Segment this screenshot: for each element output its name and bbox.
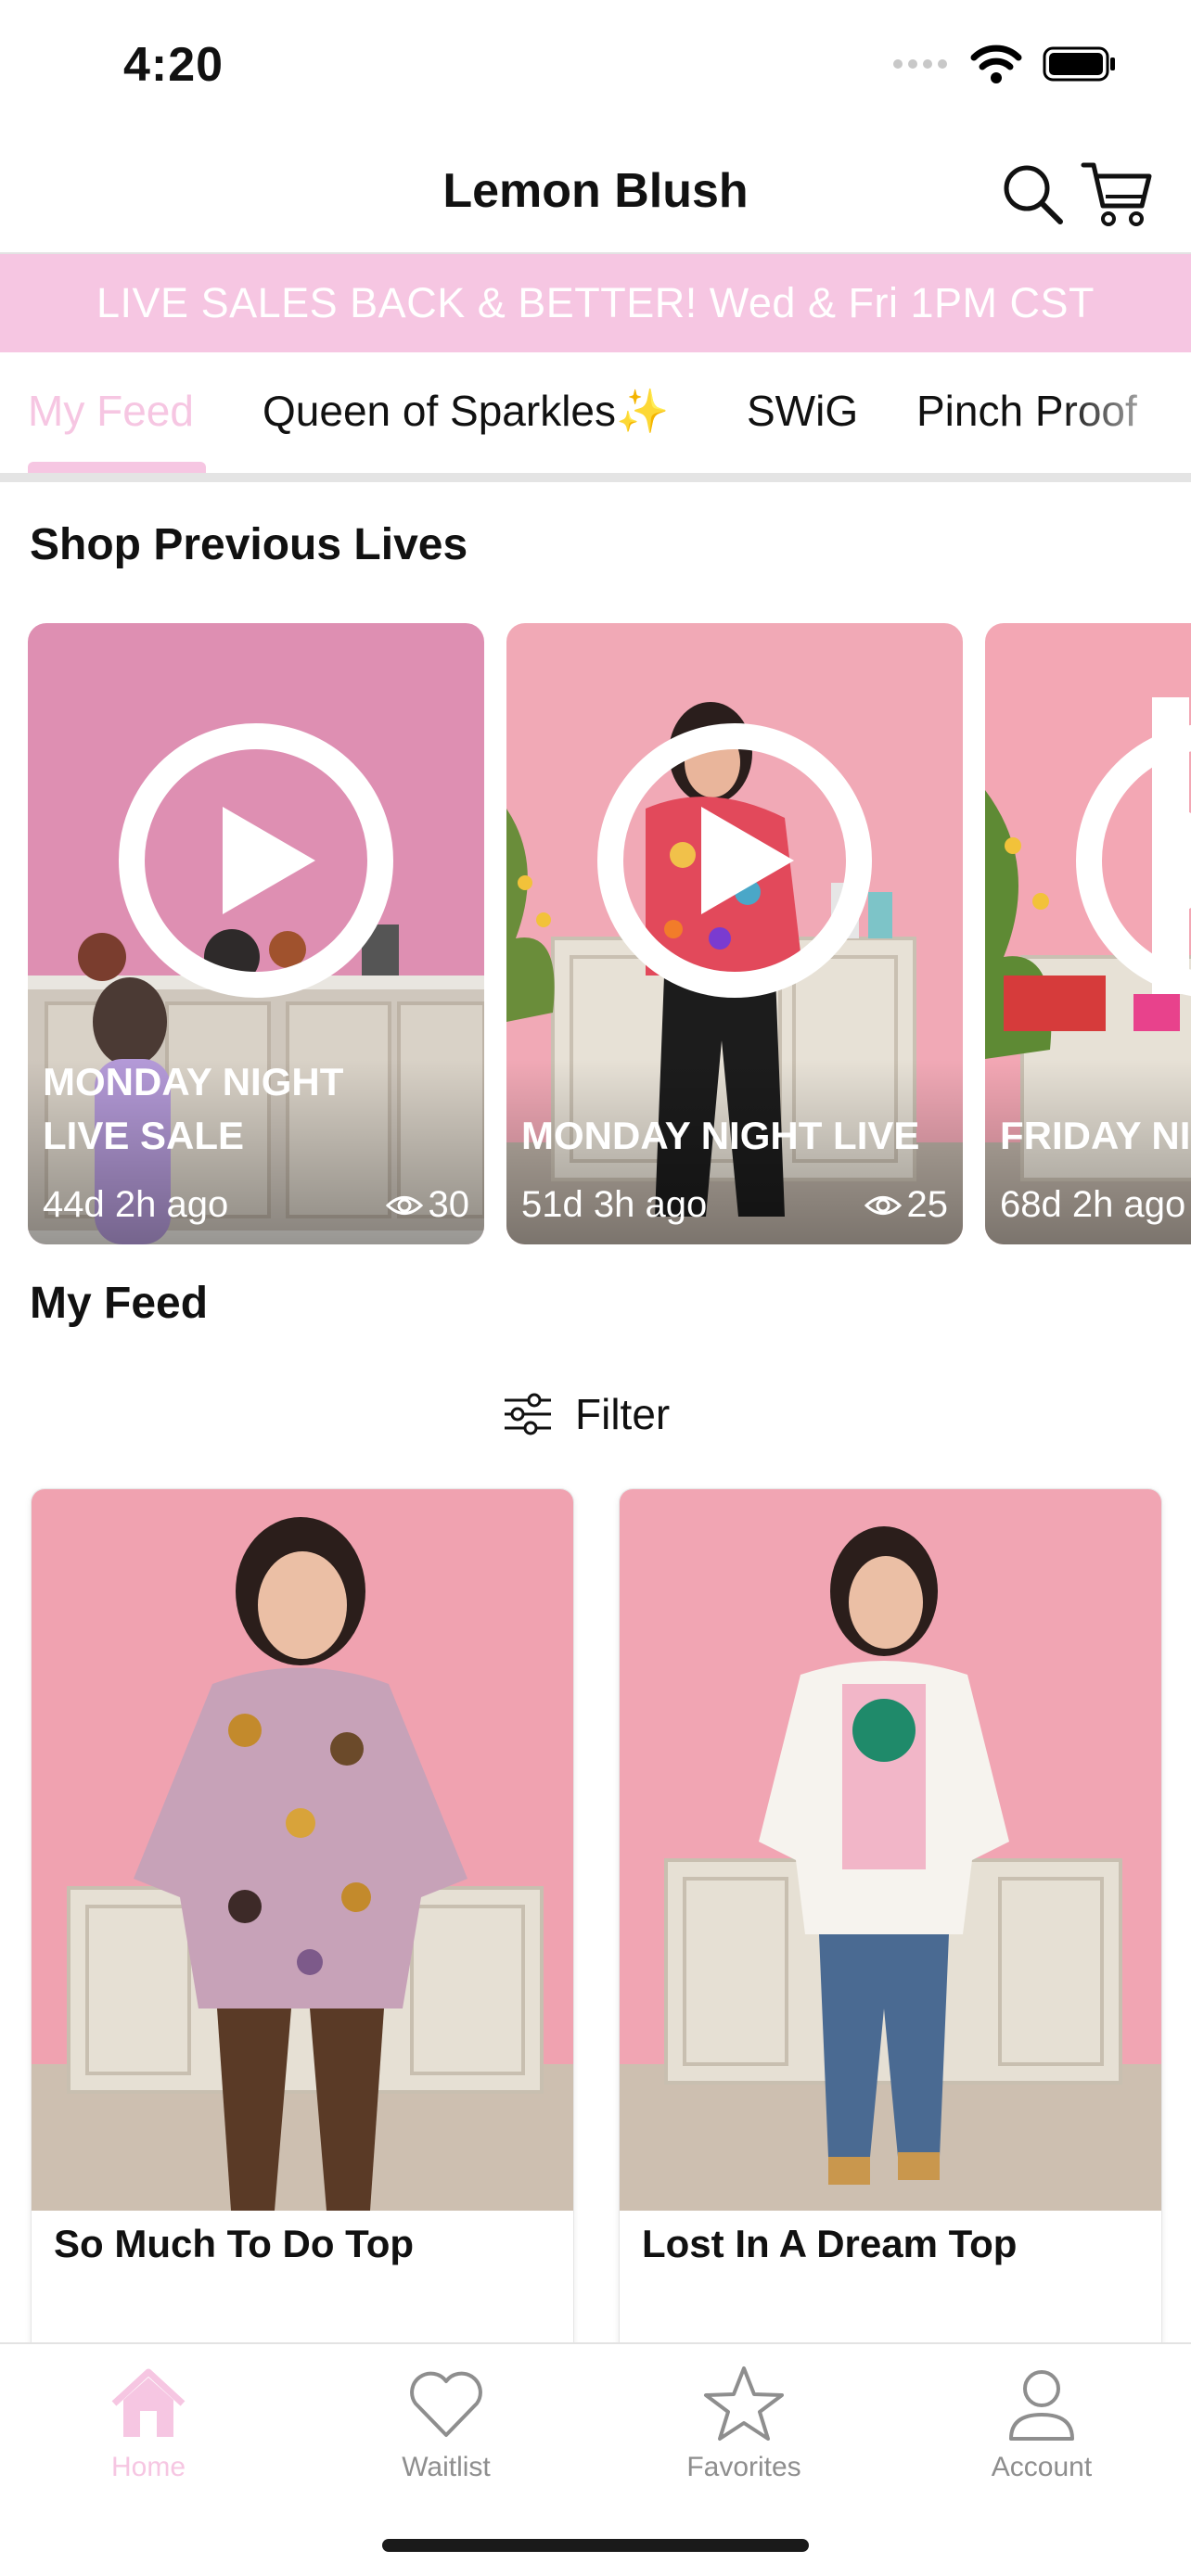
live-title: MONDAY NIGHT LIVE [521,1114,920,1157]
tab-queen-of-sparkles[interactable]: Queen of Sparkles✨ [263,386,669,437]
eye-icon [864,1195,902,1215]
nav-account[interactable]: Account [921,2363,1162,2483]
live-time-ago: 51d 3h ago [521,1184,708,1225]
previous-lives-heading: Shop Previous Lives [30,520,468,569]
search-icon [1004,165,1063,224]
app-header: Lemon Blush [0,130,1191,254]
signal-icon [893,59,947,69]
product-card[interactable]: So Much To Do Top [32,1489,573,2417]
play-icon[interactable] [1074,721,1191,1000]
nav-waitlist[interactable]: Waitlist [326,2363,567,2483]
status-icons [892,45,1117,83]
eye-icon [385,1195,423,1215]
home-indicator [382,2539,809,2552]
filter-button[interactable]: Filter [503,1382,670,1447]
play-icon[interactable] [596,721,874,1000]
search-button[interactable] [996,158,1070,232]
live-card[interactable]: MONDAY NIGHT LIVE SALE 44d 2h ago 30 [28,623,484,1244]
status-time: 4:20 [123,38,224,92]
live-title: MONDAY NIGHT LIVE SALE [43,1060,344,1157]
tabs-fade [1061,352,1191,468]
home-icon [111,2368,186,2437]
nav-home[interactable]: Home [28,2363,269,2483]
cart-button[interactable] [1080,158,1154,232]
tab-my-feed[interactable]: My Feed [28,386,194,436]
product-card[interactable]: Lost In A Dream Top [620,1489,1161,2417]
active-tab-indicator [28,462,206,473]
feed-heading: My Feed [30,1279,209,1328]
battery-icon [1043,46,1115,82]
filter-label: Filter [575,1390,671,1438]
nav-label: Waitlist [402,2452,491,2482]
live-title: FRIDAY NI [1000,1114,1191,1157]
heart-icon [410,2371,482,2437]
live-view-count: 25 [906,1184,949,1225]
product-image [620,1489,1161,2211]
star-icon [704,2366,784,2441]
tabs-divider [0,473,1191,482]
previous-lives-carousel[interactable]: MONDAY NIGHT LIVE SALE 44d 2h ago 30 MON… [0,623,1191,1244]
live-views: 25 [864,1184,949,1226]
live-view-count: 30 [428,1184,470,1225]
promo-banner[interactable]: LIVE SALES BACK & BETTER! Wed & Fri 1PM … [0,254,1191,352]
cart-icon [1081,162,1152,226]
product-name: So Much To Do Top [54,2222,415,2265]
live-card[interactable]: FRIDAY NI 68d 2h ago [985,623,1191,1244]
product-name: Lost In A Dream Top [642,2222,1018,2265]
nav-label: Account [991,2452,1093,2482]
nav-favorites[interactable]: Favorites [623,2363,864,2483]
filter-icon [505,1393,551,1435]
live-time-ago: 44d 2h ago [43,1184,229,1225]
account-icon [1009,2370,1074,2441]
play-icon[interactable] [117,721,395,1000]
tab-swig[interactable]: SWiG [747,386,858,436]
status-bar: 4:20 [0,0,1191,130]
wifi-icon [970,45,1022,83]
nav-label: Home [110,2452,186,2482]
live-card[interactable]: MONDAY NIGHT LIVE 51d 3h ago 25 [506,623,963,1244]
product-image [32,1489,573,2211]
nav-label: Favorites [686,2452,801,2482]
live-time-ago: 68d 2h ago [1000,1184,1186,1225]
category-tabs: My Feed Queen of Sparkles✨ SWiG Pinch Pr… [0,352,1191,491]
live-views: 30 [385,1184,470,1226]
